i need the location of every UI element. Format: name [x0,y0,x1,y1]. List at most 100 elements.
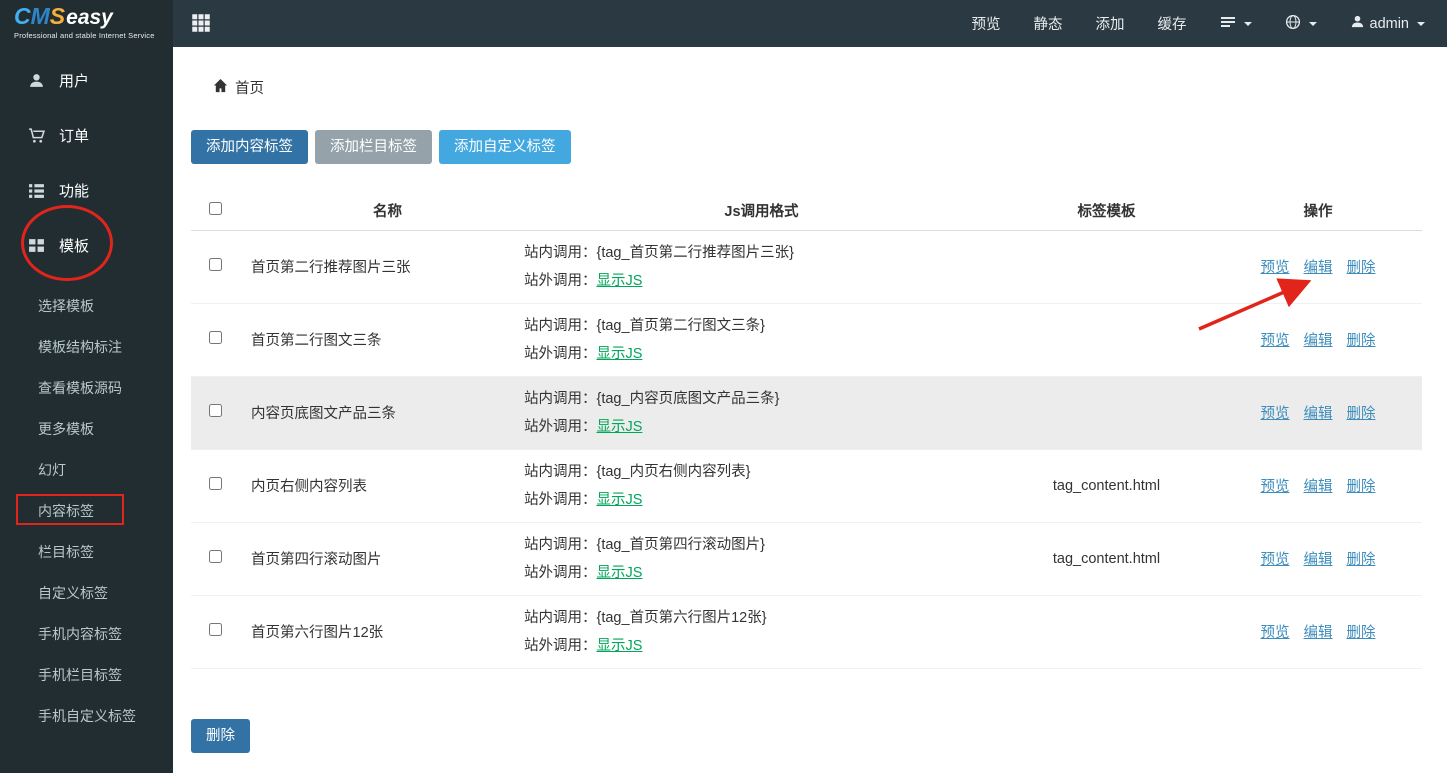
header-name: 名称 [239,192,524,230]
caret-down-icon [1244,22,1252,26]
menu-dropdown[interactable] [1220,14,1252,34]
js-in-call: 站内调用：{tag_内页右侧内容列表} [524,458,999,486]
sidebar-subitem-slides[interactable]: 幻灯 [0,449,173,490]
th-list-icon [28,182,45,199]
select-all-checkbox[interactable] [209,202,222,215]
preview-link[interactable]: 预览 [1261,260,1290,276]
tag-template [999,595,1214,668]
show-js-link[interactable]: 显示JS [597,565,643,581]
header-template: 标签模板 [999,192,1214,230]
globe-icon [1285,14,1301,34]
nav-preview[interactable]: 预览 [972,13,1001,34]
edit-link[interactable]: 编辑 [1304,479,1333,495]
sidebar-subitem-view-source[interactable]: 查看模板源码 [0,367,173,408]
nav-static[interactable]: 静态 [1034,13,1063,34]
table-row: 首页第二行图文三条 站内调用：{tag_首页第二行图文三条} 站外调用：显示JS… [191,303,1422,376]
template-submenu: 选择模板 模板结构标注 查看模板源码 更多模板 幻灯 内容标签 栏目标签 自定义… [0,285,173,736]
tag-name: 首页第六行图片12张 [239,595,524,668]
bulk-delete-button[interactable]: 删除 [191,719,250,753]
sidebar-subitem-custom-tags[interactable]: 自定义标签 [0,572,173,613]
caret-down-icon [1309,22,1317,26]
sidebar-item-order[interactable]: 订单 [0,108,173,163]
tag-template [999,230,1214,303]
template-icon [28,237,45,254]
sidebar-item-function[interactable]: 功能 [0,163,173,218]
sidebar-item-label: 功能 [59,180,89,201]
tag-template [999,376,1214,449]
add-column-tag-button[interactable]: 添加栏目标签 [315,130,432,164]
js-out-prefix: 站外调用： [524,492,597,508]
breadcrumb-home[interactable]: 首页 [235,77,264,98]
row-checkbox[interactable] [209,623,222,636]
sidebar-subitem-mobile-column-tags[interactable]: 手机栏目标签 [0,654,173,695]
logo-tagline: Professional and stable Internet Service [14,31,173,40]
row-checkbox[interactable] [209,331,222,344]
js-in-call: 站内调用：{tag_内容页底图文产品三条} [524,385,999,413]
tag-template: tag_content.html [999,449,1214,522]
delete-link[interactable]: 删除 [1347,479,1376,495]
edit-link[interactable]: 编辑 [1304,552,1333,568]
add-content-tag-button[interactable]: 添加内容标签 [191,130,308,164]
js-out-prefix: 站外调用： [524,638,597,654]
show-js-link[interactable]: 显示JS [597,346,643,362]
admin-label: admin [1370,16,1410,32]
js-in-call: 站内调用：{tag_首页第六行图片12张} [524,604,999,632]
table-row: 首页第六行图片12张 站内调用：{tag_首页第六行图片12张} 站外调用：显示… [191,595,1422,668]
js-out-prefix: 站外调用： [524,419,597,435]
row-checkbox[interactable] [209,550,222,563]
sidebar-subitem-template-structure[interactable]: 模板结构标注 [0,326,173,367]
show-js-link[interactable]: 显示JS [597,638,643,654]
sidebar-subitem-mobile-content-tags[interactable]: 手机内容标签 [0,613,173,654]
sidebar-toggle-icon[interactable] [191,13,211,38]
preview-link[interactable]: 预览 [1261,406,1290,422]
sidebar-item-label: 用户 [59,70,89,91]
tags-table: 名称 Js调用格式 标签模板 操作 首页第二行推荐图片三张 站内调用：{tag_… [191,192,1422,669]
preview-link[interactable]: 预览 [1261,479,1290,495]
delete-link[interactable]: 删除 [1347,333,1376,349]
footer-actions: 删除 [191,719,1447,753]
delete-link[interactable]: 删除 [1347,406,1376,422]
row-checkbox[interactable] [209,258,222,271]
sidebar-subitem-choose-template[interactable]: 选择模板 [0,285,173,326]
sidebar-subitem-column-tags[interactable]: 栏目标签 [0,531,173,572]
sidebar-subitem-more-templates[interactable]: 更多模板 [0,408,173,449]
admin-menu[interactable]: admin [1350,14,1426,33]
show-js-link[interactable]: 显示JS [597,273,643,289]
nav-add[interactable]: 添加 [1096,13,1125,34]
row-checkbox[interactable] [209,404,222,417]
sidebar-item-template[interactable]: 模板 [0,218,173,273]
sidebar-subitem-content-tags[interactable]: 内容标签 [0,490,173,531]
tag-template: tag_content.html [999,522,1214,595]
row-checkbox[interactable] [209,477,222,490]
edit-link[interactable]: 编辑 [1304,333,1333,349]
table-row: 首页第二行推荐图片三张 站内调用：{tag_首页第二行推荐图片三张} 站外调用：… [191,230,1422,303]
preview-link[interactable]: 预览 [1261,625,1290,641]
table-row: 内容页底图文产品三条 站内调用：{tag_内容页底图文产品三条} 站外调用：显示… [191,376,1422,449]
logo: CMSeasy Professional and stable Internet… [0,0,173,47]
js-in-call: 站内调用：{tag_首页第二行推荐图片三张} [524,239,999,267]
top-nav: 预览 静态 添加 缓存 admin [972,0,1426,47]
preview-link[interactable]: 预览 [1261,333,1290,349]
edit-link[interactable]: 编辑 [1304,625,1333,641]
caret-down-icon [1417,22,1425,26]
edit-link[interactable]: 编辑 [1304,260,1333,276]
delete-link[interactable]: 删除 [1347,260,1376,276]
header-js-format: Js调用格式 [524,192,999,230]
delete-link[interactable]: 删除 [1347,552,1376,568]
cart-icon [28,127,45,144]
js-out-prefix: 站外调用： [524,346,597,362]
nav-cache[interactable]: 缓存 [1158,13,1187,34]
preview-link[interactable]: 预览 [1261,552,1290,568]
edit-link[interactable]: 编辑 [1304,406,1333,422]
delete-link[interactable]: 删除 [1347,625,1376,641]
sidebar-item-user[interactable]: 用户 [0,53,173,108]
sidebar-item-label: 模板 [59,235,89,256]
tag-name: 内页右侧内容列表 [239,449,524,522]
sidebar-subitem-mobile-custom-tags[interactable]: 手机自定义标签 [0,695,173,736]
show-js-link[interactable]: 显示JS [597,492,643,508]
add-custom-tag-button[interactable]: 添加自定义标签 [439,130,571,164]
language-dropdown[interactable] [1285,14,1317,34]
show-js-link[interactable]: 显示JS [597,419,643,435]
user-icon [28,72,45,89]
js-out-prefix: 站外调用： [524,273,597,289]
